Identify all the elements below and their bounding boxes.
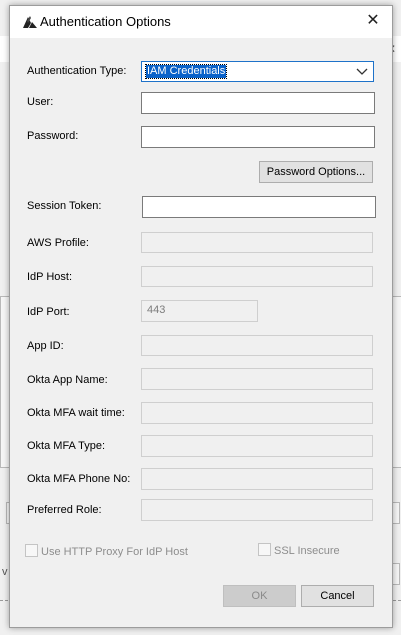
okta-app-name-label: Okta App Name: <box>27 374 108 386</box>
ssl-insecure-checkbox[interactable]: SSL Insecure <box>258 543 340 557</box>
background-label: v <box>2 566 8 578</box>
http-proxy-checkbox[interactable]: Use HTTP Proxy For IdP Host <box>25 544 188 558</box>
ssl-insecure-checkbox-box[interactable] <box>258 543 271 556</box>
aws-logo-icon <box>22 15 38 29</box>
okta-app-name-input[interactable] <box>141 368 373 390</box>
session-token-input[interactable] <box>142 196 376 218</box>
close-icon[interactable]: ✕ <box>364 12 382 30</box>
okta-mfa-type-label: Okta MFA Type: <box>27 440 106 452</box>
aws-profile-label: AWS Profile: <box>27 237 89 249</box>
chevron-down-icon[interactable] <box>356 65 368 77</box>
ok-button[interactable]: OK <box>223 585 296 607</box>
http-proxy-checkbox-label: Use HTTP Proxy For IdP Host <box>41 546 188 558</box>
aws-profile-input[interactable] <box>141 232 373 253</box>
app-id-label: App ID: <box>27 340 64 352</box>
preferred-role-input[interactable] <box>141 499 373 521</box>
user-input[interactable] <box>141 92 375 114</box>
password-options-button[interactable]: Password Options... <box>259 161 373 183</box>
authentication-options-dialog: Authentication Options ✕ Authentication … <box>9 5 393 628</box>
dialog-title: Authentication Options <box>40 14 171 29</box>
app-id-input[interactable] <box>141 335 373 356</box>
idp-port-input[interactable]: 443 <box>141 300 258 322</box>
password-label: Password: <box>27 130 79 142</box>
okta-mfa-type-input[interactable] <box>141 435 373 457</box>
idp-port-value: 443 <box>147 304 166 316</box>
auth-type-select[interactable]: IAM Credentials <box>141 61 374 82</box>
auth-type-value: IAM Credentials <box>144 64 228 79</box>
idp-port-label: IdP Port: <box>27 306 70 318</box>
password-input[interactable] <box>141 126 375 148</box>
user-label: User: <box>27 96 54 108</box>
auth-type-label: Authentication Type: <box>27 65 127 77</box>
title-bar[interactable]: Authentication Options ✕ <box>10 6 392 38</box>
okta-mfa-phone-input[interactable] <box>141 468 373 490</box>
idp-host-input[interactable] <box>141 266 373 287</box>
cancel-button[interactable]: Cancel <box>301 585 374 607</box>
http-proxy-checkbox-box[interactable] <box>25 544 38 557</box>
session-token-label: Session Token: <box>27 200 102 212</box>
okta-mfa-wait-input[interactable] <box>141 402 373 424</box>
okta-mfa-wait-label: Okta MFA wait time: <box>27 407 125 419</box>
preferred-role-label: Preferred Role: <box>27 504 102 516</box>
ssl-insecure-checkbox-label: SSL Insecure <box>274 545 340 557</box>
idp-host-label: IdP Host: <box>27 271 73 283</box>
okta-mfa-phone-label: Okta MFA Phone No: <box>27 473 131 485</box>
